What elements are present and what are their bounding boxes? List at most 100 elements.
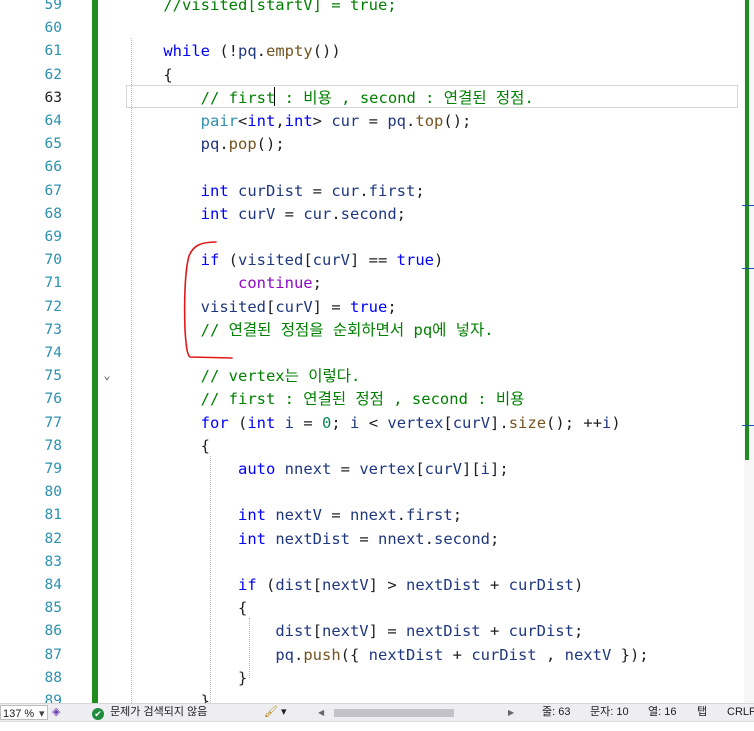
code-token: visited bbox=[238, 251, 304, 270]
code-line[interactable]: if (dist[nextV] > nextDist + curDist) bbox=[126, 574, 583, 597]
code-token: cur bbox=[303, 204, 332, 223]
code-line[interactable]: visited[curV] = true; bbox=[126, 296, 397, 319]
code-line[interactable]: //visited[startV] = true; bbox=[126, 0, 396, 17]
code-line[interactable]: continue; bbox=[126, 272, 322, 295]
code-token: for bbox=[200, 413, 229, 432]
code-line[interactable]: { bbox=[126, 435, 210, 458]
code-token: . bbox=[359, 181, 369, 200]
line-number: 62 bbox=[44, 66, 62, 83]
code-token: curV bbox=[275, 297, 313, 316]
code-line[interactable]: // first : 연결된 정점 , second : 비용 bbox=[126, 388, 525, 411]
code-line[interactable]: } bbox=[126, 667, 247, 690]
code-token: (! bbox=[210, 42, 238, 61]
code-token: ] = bbox=[312, 297, 350, 316]
code-token: curDist bbox=[471, 645, 537, 664]
code-token: ; bbox=[452, 506, 463, 525]
code-token: [ bbox=[443, 413, 453, 432]
line-number: 81 bbox=[44, 507, 62, 524]
line-position[interactable]: 줄: 63 bbox=[542, 704, 570, 721]
code-line[interactable]: pair<int,int> cur = pq.top(); bbox=[126, 110, 472, 133]
code-token: pq bbox=[275, 645, 294, 664]
code-token: nextV bbox=[275, 506, 322, 525]
line-number: 87 bbox=[44, 646, 62, 663]
chevron-down-icon[interactable]: ▾ bbox=[281, 706, 287, 718]
code-line[interactable]: pq.push({ nextDist + curDist , nextV }); bbox=[126, 644, 648, 667]
code-line[interactable]: int nextV = nnext.first; bbox=[126, 504, 462, 527]
code-token: // first : 연결된 정점 , second : 비용 bbox=[200, 390, 525, 409]
code-line[interactable]: { bbox=[126, 64, 172, 87]
line-number: 68 bbox=[44, 205, 62, 222]
code-line[interactable]: { bbox=[126, 597, 247, 620]
code-editor[interactable]: 59 60 61 62 63 64 65 66 67 68 69 70 71 72 73 74 75 76 77 78… bbox=[0, 0, 754, 703]
code-line[interactable]: for (int i = 0; i < vertex[curV].size();… bbox=[126, 412, 621, 435]
code-token: ; bbox=[331, 413, 351, 432]
code-token: ) bbox=[434, 251, 444, 270]
code-token: (); ++ bbox=[546, 413, 603, 432]
collapse-chevron-icon[interactable]: ⌄ bbox=[100, 368, 114, 382]
code-token: ; bbox=[490, 529, 500, 548]
scroll-right-icon[interactable]: ▶ bbox=[508, 704, 514, 721]
code-line[interactable]: // 연결된 정점을 순회하면서 pq에 넣자. bbox=[126, 319, 494, 342]
code-token: [ bbox=[312, 576, 322, 594]
code-line[interactable]: // first : 비용 , second : 연결된 정점. bbox=[126, 87, 534, 110]
zoom-selector[interactable]: 137 % ▾ bbox=[0, 705, 48, 720]
code-token: [ bbox=[415, 460, 425, 478]
code-line[interactable]: int curV = cur.second; bbox=[126, 203, 406, 226]
code-token: = bbox=[303, 181, 332, 200]
code-token: (); bbox=[256, 135, 285, 154]
code-line[interactable]: dist[nextV] = nextDist + curDist; bbox=[126, 620, 583, 643]
code-token: int bbox=[200, 181, 229, 200]
code-token: ( bbox=[219, 251, 238, 270]
code-token: top bbox=[415, 112, 444, 130]
code-line[interactable]: // vertex는 이렇다. bbox=[126, 365, 361, 388]
code-token: pair bbox=[200, 112, 238, 130]
code-token: dist bbox=[275, 576, 313, 594]
code-line[interactable]: } bbox=[126, 690, 210, 703]
scrollbar-thumb[interactable] bbox=[334, 709, 454, 717]
code-token: i bbox=[602, 413, 612, 432]
code-line[interactable]: auto nnext = vertex[curV][i]; bbox=[126, 458, 509, 481]
horizontal-scrollbar[interactable] bbox=[322, 708, 522, 717]
code-token: nextV bbox=[564, 645, 612, 664]
code-token: ; bbox=[387, 297, 397, 316]
line-number: 69 bbox=[44, 229, 62, 245]
line-ending[interactable]: CRLF bbox=[727, 704, 754, 721]
code-token: < bbox=[237, 112, 248, 130]
column-position[interactable]: 열: 16 bbox=[648, 704, 676, 721]
code-line[interactable]: int curDist = cur.first; bbox=[126, 180, 425, 203]
code-token: . bbox=[406, 112, 416, 130]
code-token: curV bbox=[452, 413, 491, 432]
code-token: if bbox=[200, 251, 220, 270]
code-token: true bbox=[349, 297, 388, 316]
char-position[interactable]: 문자: 10 bbox=[590, 704, 629, 721]
code-token: = bbox=[349, 529, 378, 548]
copilot-icon[interactable]: ◈ bbox=[52, 704, 60, 721]
bottom-panel-edge bbox=[0, 721, 754, 731]
code-line[interactable]: if (visited[curV] == true) bbox=[126, 249, 444, 272]
code-token: ( bbox=[228, 413, 248, 432]
code-token: ( bbox=[256, 576, 276, 594]
code-token: size bbox=[508, 413, 547, 432]
code-area[interactable]: //visited[startV] = true; while (!pq.emp… bbox=[126, 0, 744, 703]
issues-indicator[interactable]: ✔ 문제가 검색되지 않음 bbox=[92, 704, 207, 721]
code-cleanup-button[interactable]: 🖌 ▾ bbox=[264, 704, 287, 721]
indent-mode[interactable]: 탭 bbox=[697, 704, 707, 721]
code-line[interactable]: while (!pq.empty()) bbox=[126, 40, 341, 63]
code-line[interactable]: int nextDist = nnext.second; bbox=[126, 528, 499, 551]
code-line[interactable]: pq.pop(); bbox=[126, 133, 285, 156]
code-token: // vertex는 이렇다. bbox=[200, 367, 361, 386]
code-token: } bbox=[126, 692, 210, 703]
code-token: ][ bbox=[462, 460, 481, 478]
code-token: cur bbox=[331, 181, 360, 200]
code-token: ()) bbox=[312, 42, 341, 61]
